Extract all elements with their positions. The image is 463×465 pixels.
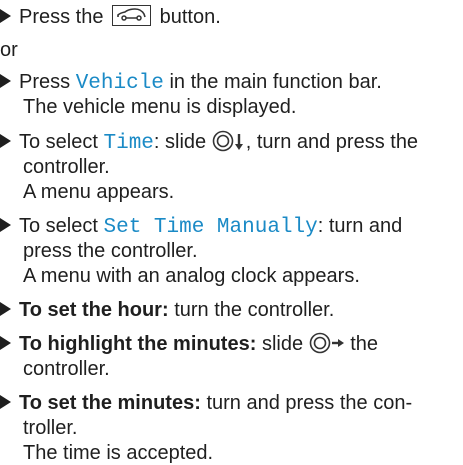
time-key: Time [103,132,154,155]
step-6-post: the [350,333,379,355]
controller-right-icon [309,332,345,360]
step-6-cont: controller. [23,358,110,380]
bullet-arrow-icon [0,395,11,409]
set-time-manually-key: Set Time Manually [103,216,318,239]
step-3-cont: controller. [23,156,110,178]
step-5-post: turn the controller. [174,299,335,321]
step-6: To highlight the minutes: slide the [0,332,378,360]
step-2-post: in the main function bar. [169,71,382,93]
step-6-mid: slide [261,333,304,355]
bullet-arrow-icon [0,134,11,148]
or-text: or [0,39,18,61]
controller-down-icon [212,130,246,158]
step-2-result: The vehicle menu is displayed. [23,96,297,118]
bullet-arrow-icon [0,336,11,350]
step-7-result: The time is accepted. [23,442,214,464]
step-2: Press Vehicle in the main function bar. [0,70,382,96]
step-4-result: A menu with an analog clock appears. [23,265,360,287]
step-7-bold: To set the minutes: [19,392,201,414]
step-3-result: A menu appears. [23,181,175,203]
car-icon [112,5,152,26]
step-5-bold: To set the hour: [19,299,169,321]
step-2-pre: Press [19,71,71,93]
step-1-text-end: button. [159,6,221,28]
step-3-mid: : slide [153,131,207,153]
step-3-post: , turn and press the [245,131,419,153]
step-4-post: : turn and [317,215,403,237]
bullet-arrow-icon [0,218,11,232]
step-7: To set the minutes: turn and press the c… [0,391,412,415]
step-4: To select Set Time Manually: turn and [0,214,402,240]
step-4-pre: To select [19,215,98,237]
step-5: To set the hour: turn the controller. [0,298,334,322]
bullet-arrow-icon [0,74,11,88]
step-7-cont: troller. [23,417,78,439]
step-1: Press the button. [0,5,221,29]
step-7-post: turn and press the con- [206,392,413,414]
bullet-arrow-icon [0,9,11,23]
step-4-cont: press the controller. [23,240,198,262]
step-1-text: Press the [19,6,104,28]
step-3-pre: To select [19,131,98,153]
step-6-bold: To highlight the minutes: [19,333,257,355]
bullet-arrow-icon [0,302,11,316]
vehicle-key: Vehicle [75,72,164,95]
step-3: To select Time: slide , turn and press t… [0,130,418,158]
